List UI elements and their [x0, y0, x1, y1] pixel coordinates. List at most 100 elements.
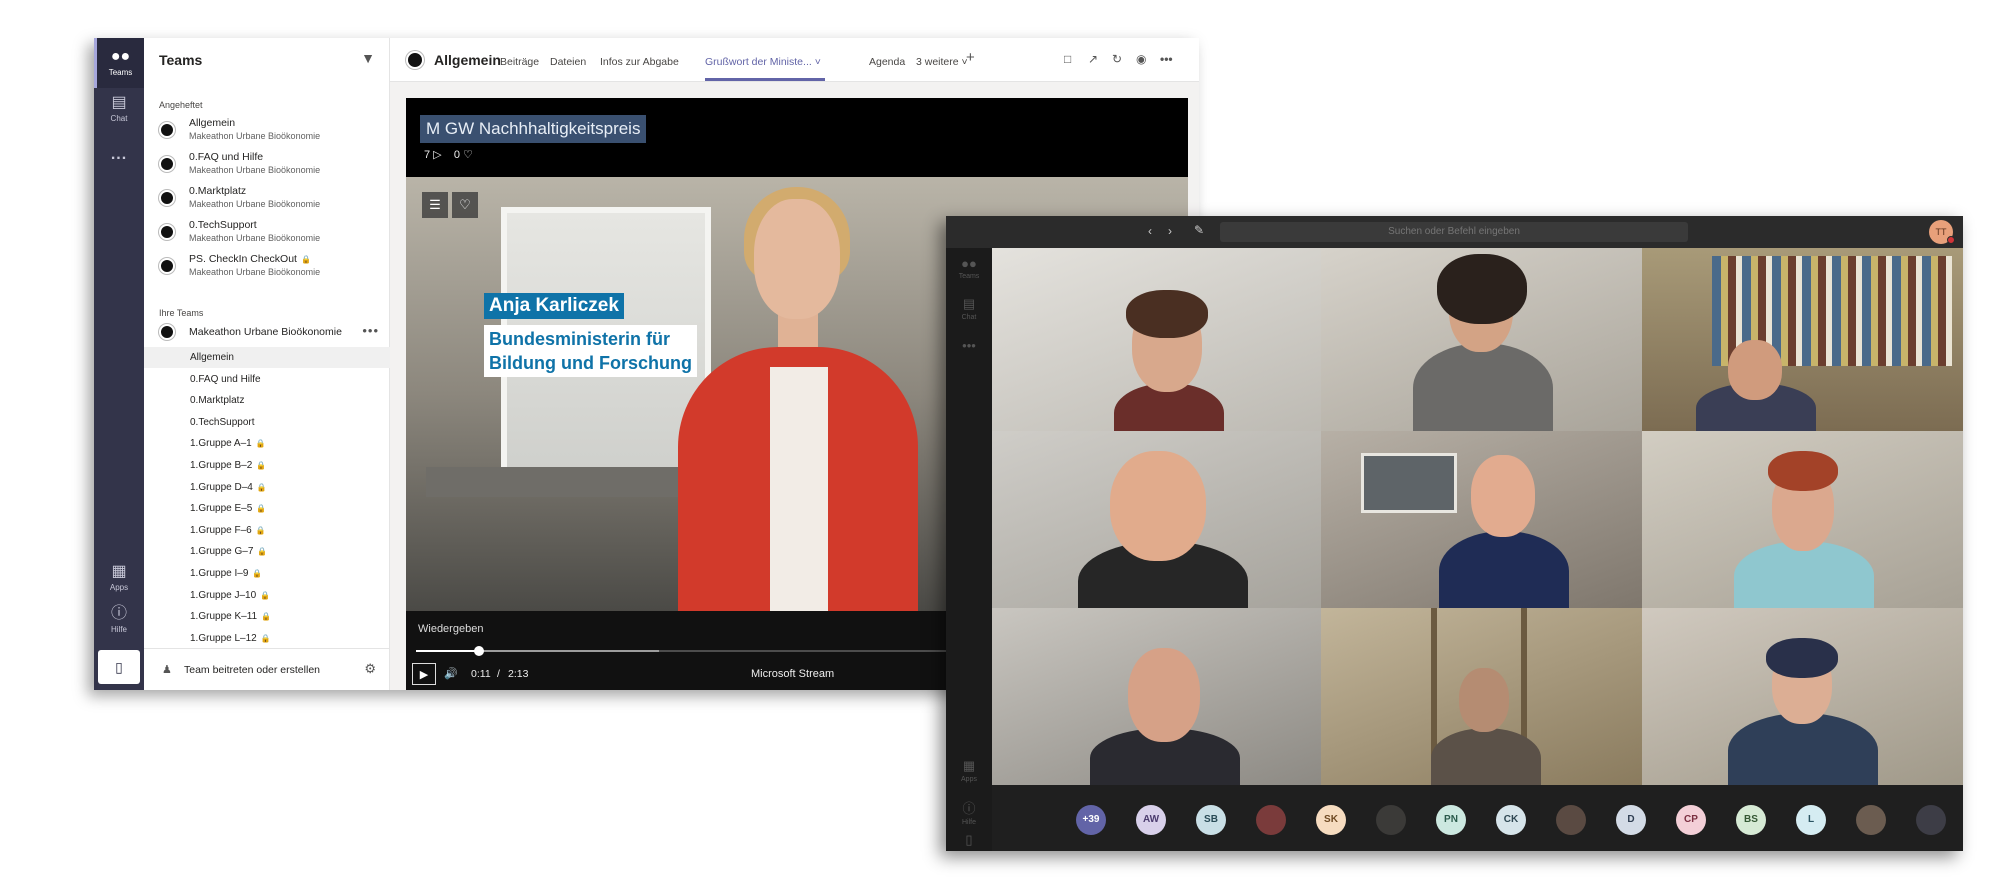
participant-body — [1734, 541, 1874, 608]
lower-third-role-line-2: Bildung und Forschung — [489, 353, 692, 373]
forward-arrow-icon[interactable]: › — [1168, 224, 1172, 238]
channel-name: 1.Gruppe E–5 — [190, 503, 253, 515]
app-rail: ●● Teams ▤ Chat ... ▦ Apps ⓘ Hilfe ▯ — [94, 38, 144, 690]
participant-avatar[interactable]: SK — [1316, 805, 1346, 835]
mobile-device-button[interactable]: ▯ — [946, 832, 992, 848]
rail-apps[interactable]: ▦ Apps — [946, 758, 992, 783]
lock-icon: 🔒 — [252, 569, 263, 578]
pinned-channel[interactable]: 0.TechSupport Makeathon Urbane Bioökonomi… — [159, 216, 387, 249]
lock-icon: 🔒 — [260, 633, 271, 643]
participant-avatar[interactable] — [1856, 805, 1886, 835]
pinned-channel[interactable]: Allgemein Makeathon Urbane Bioökonomie — [159, 114, 387, 147]
channel-item[interactable]: 1.Gruppe G–7 🔒 — [144, 541, 390, 562]
lock-icon: 🔒 — [256, 504, 267, 514]
apps-icon: ▦ — [111, 563, 127, 580]
pinned-channel[interactable]: 0.Marktplatz Makeathon Urbane Bioökonomie — [159, 182, 387, 215]
filter-icon[interactable]: ▼ — [361, 50, 375, 66]
meeting-app-rail: ●● Teams ▤ Chat ••• ▦ Apps ⓘ Hilfe ▯ — [946, 248, 992, 851]
mobile-device-button[interactable]: ▯ — [98, 650, 140, 684]
play-button[interactable]: ▶ — [412, 663, 436, 685]
tab-item[interactable]: Grußwort der Ministe... ˅ — [705, 56, 821, 68]
pinned-channel[interactable]: 0.FAQ und Hilfe Makeathon Urbane Bioökono… — [159, 148, 387, 181]
pinned-channel-name: 0.FAQ und Hilfe — [189, 151, 264, 163]
like-button[interactable]: ♡ — [452, 192, 478, 218]
channel-item[interactable]: 1.Gruppe D–4 🔒 — [144, 477, 390, 498]
participant-avatar[interactable]: L — [1796, 805, 1826, 835]
add-tab-button[interactable]: + — [966, 49, 975, 66]
participant-avatar[interactable]: D — [1616, 805, 1646, 835]
tab-item[interactable]: Agenda — [869, 56, 905, 68]
heart-icon: ♡ — [460, 149, 473, 161]
tab-item[interactable]: 3 weitere ˅ — [916, 56, 968, 68]
speaker-blouse — [770, 367, 828, 611]
teams-meeting-window: ‹ › ✎ TT ●● Teams ▤ Chat ••• ▦ Apps ⓘ Hi… — [946, 216, 1963, 851]
rail-help[interactable]: ⓘ Hilfe — [94, 595, 144, 645]
conversation-icon[interactable]: □ — [1064, 52, 1071, 66]
channel-item[interactable]: 0.TechSupport — [144, 412, 390, 433]
channel-item[interactable]: 1.Gruppe B–2 🔒 — [144, 455, 390, 476]
rail-teams[interactable]: ●● Teams — [946, 256, 992, 280]
channel-item[interactable]: 1.Gruppe A–1 🔒 — [144, 433, 390, 454]
rail-chat-label: Chat — [961, 314, 977, 321]
channel-name: 1.Gruppe D–4 — [190, 481, 253, 493]
participant-avatar[interactable]: AW — [1136, 805, 1166, 835]
lock-icon: 🔒 — [261, 612, 272, 622]
participant-avatar[interactable] — [1256, 805, 1286, 835]
tab-item[interactable]: Infos zur Abgabe — [600, 56, 679, 68]
participant-avatar[interactable]: +39 — [1076, 805, 1106, 835]
stream-source-label: Microsoft Stream — [751, 668, 835, 680]
compose-icon[interactable]: ✎ — [1194, 223, 1204, 237]
channel-item[interactable]: 0.Marktplatz — [144, 390, 390, 411]
channel-item[interactable]: 1.Gruppe L–12 🔒 — [144, 628, 390, 649]
meeting-title-bar: ‹ › ✎ TT — [946, 216, 1963, 248]
playlist-add-button[interactable]: ☰ — [422, 192, 448, 218]
rail-teams-label: Teams — [108, 68, 133, 77]
rail-teams-label: Teams — [958, 273, 980, 280]
channel-name: 0.FAQ und Hilfe — [190, 373, 261, 385]
volume-icon[interactable]: 🔊 — [444, 667, 458, 680]
participant-avatar[interactable]: PN — [1436, 805, 1466, 835]
expand-icon[interactable]: ↗ — [1088, 52, 1098, 66]
channel-item[interactable]: 1.Gruppe I–9 🔒 — [144, 563, 390, 584]
back-arrow-icon[interactable]: ‹ — [1148, 224, 1152, 238]
channel-item[interactable]: 1.Gruppe F–6 🔒 — [144, 520, 390, 541]
rail-help[interactable]: ⓘ Hilfe — [946, 798, 992, 826]
seek-handle[interactable] — [474, 646, 485, 656]
presence-busy-badge — [1947, 236, 1955, 244]
lock-icon: 🔒 — [300, 255, 311, 264]
more-options-icon[interactable]: ••• — [1160, 52, 1173, 66]
channel-item[interactable]: 1.Gruppe J–10 🔒 — [144, 585, 390, 606]
tab-item[interactable]: Dateien — [550, 56, 586, 68]
participant-avatar[interactable]: CP — [1676, 805, 1706, 835]
rail-chat[interactable]: ▤ Chat — [94, 84, 144, 134]
participant-avatar[interactable] — [1556, 805, 1586, 835]
refresh-icon[interactable]: ↻ — [1112, 52, 1122, 66]
gear-icon[interactable]: ⚙ — [364, 661, 376, 677]
participant-avatar[interactable]: CK — [1496, 805, 1526, 835]
channel-item[interactable]: 0.FAQ und Hilfe — [144, 369, 390, 390]
team-row[interactable]: Makeathon Urbane Bioökonomie ••• — [159, 321, 387, 343]
channel-item[interactable]: 1.Gruppe E–5 🔒 — [144, 498, 390, 519]
channel-name: 1.Gruppe A–1 — [190, 438, 252, 450]
channel-item[interactable]: 1.Gruppe K–11 🔒 — [144, 606, 390, 627]
channel-item[interactable]: Allgemein — [144, 347, 390, 368]
search-input[interactable] — [1220, 222, 1688, 242]
more-options-icon[interactable]: ••• — [362, 323, 379, 338]
rail-chat[interactable]: ▤ Chat — [946, 296, 992, 321]
your-teams-label: Ihre Teams — [159, 308, 204, 318]
video-tile — [1321, 431, 1642, 608]
join-team-button[interactable]: Team beitreten oder erstellen — [184, 664, 320, 676]
rail-help-label: Hilfe — [110, 625, 127, 634]
tab-item[interactable]: Beiträge — [500, 56, 539, 68]
participant-avatar[interactable]: BS — [1736, 805, 1766, 835]
participant-avatar[interactable] — [1376, 805, 1406, 835]
pinned-channel[interactable]: PS. CheckIn CheckOut 🔒 Makeathon Urbane Bi… — [159, 250, 387, 283]
channel-name: 0.TechSupport — [190, 416, 255, 428]
participant-avatar[interactable]: SB — [1196, 805, 1226, 835]
speaker-face — [754, 199, 840, 319]
participant-avatar[interactable] — [1916, 805, 1946, 835]
rail-more[interactable]: ... — [94, 130, 144, 180]
rail-teams[interactable]: ●● Teams — [94, 38, 144, 88]
globe-icon[interactable]: ◉ — [1136, 52, 1146, 66]
rail-more[interactable]: ••• — [946, 338, 992, 353]
